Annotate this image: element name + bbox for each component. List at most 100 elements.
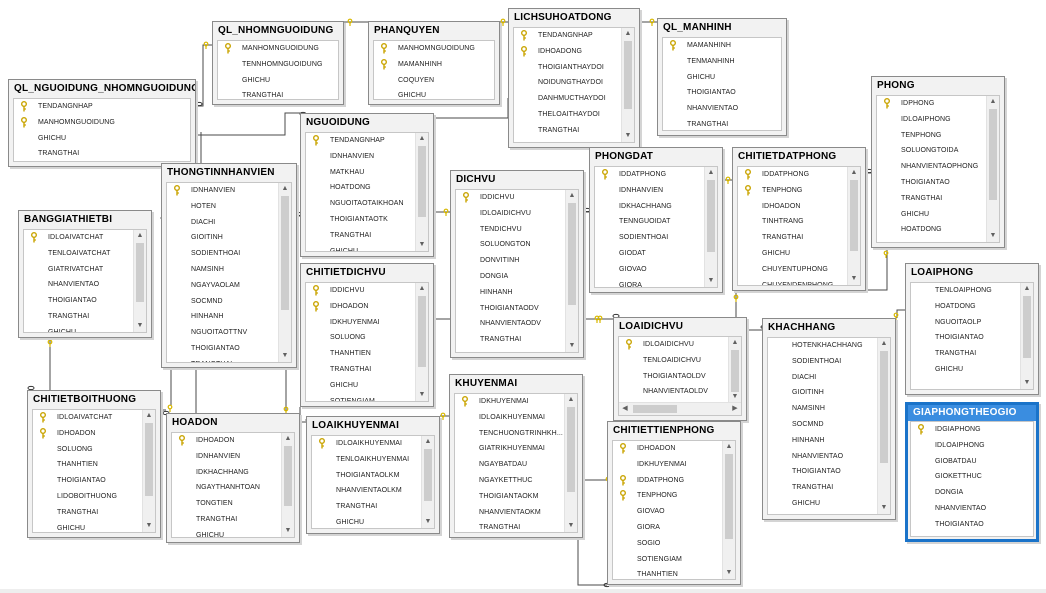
column-row[interactable]: IDLOAIVATCHAT [24, 230, 146, 246]
table-title[interactable]: CHITIETDATPHONG [733, 148, 865, 166]
column-row[interactable]: GIATRIVATCHAT [24, 262, 146, 278]
column-row[interactable]: GIOVAO [595, 262, 717, 278]
column-row[interactable]: GHICHU [172, 528, 294, 537]
scroll-up-icon[interactable]: ▲ [566, 190, 578, 202]
column-row[interactable]: TENDANGNHAP [514, 28, 634, 44]
column-row[interactable]: TENMANHINH [663, 54, 781, 70]
column-row[interactable]: NGUOITAOLP [911, 315, 1033, 331]
column-row[interactable]: SODIENTHOAI [167, 246, 291, 262]
table-title[interactable]: DICHVU [451, 171, 583, 189]
column-row[interactable]: THANHTIEN [33, 457, 155, 473]
column-row[interactable]: THOIGIANTHAYDOI [514, 60, 634, 76]
column-row[interactable]: GIORA [613, 520, 735, 536]
relationship-line[interactable] [896, 309, 905, 318]
column-row[interactable]: IDKHUYENMAI [455, 394, 577, 410]
table-title[interactable]: KHUYENMAI [450, 375, 582, 393]
column-row[interactable]: SOCMND [768, 417, 890, 433]
table-title[interactable]: KHACHHANG [763, 319, 895, 337]
column-row[interactable]: TRANGTHAI [218, 88, 338, 99]
scroll-up-icon[interactable]: ▲ [723, 441, 735, 453]
column-row[interactable]: IDHOADON [172, 433, 294, 449]
column-row[interactable]: LIDOBOITHUONG [33, 489, 155, 505]
table-title[interactable]: LOAIDICHVU [614, 318, 746, 336]
column-row[interactable]: GHICHU [218, 73, 338, 89]
column-row[interactable]: MAMANHINH [374, 57, 494, 73]
vertical-scrollbar[interactable]: ▲ ▼ [278, 183, 291, 362]
column-row[interactable]: DONVITINH [456, 253, 578, 269]
column-row[interactable]: TRANGTHAI [14, 146, 190, 161]
vertical-scrollbar[interactable]: ▲ ▼ [415, 283, 428, 401]
table-title[interactable]: PHONGDAT [590, 148, 722, 166]
vertical-scrollbar[interactable]: ▲ ▼ [722, 441, 735, 579]
column-row[interactable]: SOTIENGIAM [613, 552, 735, 568]
column-row[interactable]: HINHANH [167, 309, 291, 325]
table-ql-manhinh[interactable]: QL_MANHINH MAMANHINH TENMANHINH GHICHU THOIG… [657, 18, 787, 136]
column-row[interactable]: IDKHACHHANG [172, 465, 294, 481]
column-row[interactable]: HINHANH [456, 285, 578, 301]
table-title[interactable]: BANGGIATHIETBI [19, 211, 151, 229]
vertical-scrollbar[interactable]: ▲ ▼ [564, 394, 577, 532]
table-title[interactable]: THONGTINNHANVIEN [162, 164, 296, 182]
vertical-scrollbar[interactable]: ▲ ▼ [986, 96, 999, 242]
column-row[interactable]: IDLOAIPHONG [877, 112, 999, 128]
column-row[interactable]: IDDATPHONG [613, 473, 735, 489]
column-row[interactable]: GHICHU [877, 207, 999, 223]
relationship-line[interactable] [577, 540, 607, 586]
column-row[interactable]: THOIGIANTAO [911, 517, 1033, 533]
scroll-down-icon[interactable]: ▼ [416, 389, 428, 401]
horizontal-scrollbar-track[interactable] [0, 589, 1046, 593]
scroll-up-icon[interactable]: ▲ [878, 338, 890, 350]
column-row[interactable]: IDNHANVIEN [172, 449, 294, 465]
scroll-up-icon[interactable]: ▲ [416, 133, 428, 145]
column-row[interactable]: IDDICHVU [306, 283, 428, 299]
column-row[interactable]: TENLOAIVATCHAT [24, 246, 146, 262]
column-row[interactable]: IDPHONG [877, 96, 999, 112]
vertical-scrollbar[interactable]: ▲ ▼ [621, 28, 634, 142]
column-row[interactable]: SOLUONG [33, 442, 155, 458]
horizontal-scrollbar[interactable]: ◀ ▶ [619, 402, 741, 415]
column-row[interactable]: GHICHU [374, 88, 494, 99]
scroll-down-icon[interactable]: ▼ [566, 340, 578, 352]
column-row[interactable]: GHICHU [456, 348, 578, 353]
column-row[interactable]: THOIGIANTAODV [456, 301, 578, 317]
column-row[interactable]: GIATRIKHUYENMAI [455, 441, 577, 457]
column-row[interactable]: GHICHU [33, 521, 155, 532]
column-row[interactable]: IDHOADON [738, 199, 860, 215]
scroll-down-icon[interactable]: ▼ [848, 273, 860, 285]
column-row[interactable]: NHANVIENTAO [768, 449, 890, 465]
column-row[interactable]: NOIDUNGTHAYDOI [514, 75, 634, 91]
column-row[interactable]: DONGIA [456, 269, 578, 285]
column-row[interactable]: NHANVIENTAO [663, 101, 781, 117]
scroll-down-icon[interactable]: ▼ [705, 275, 717, 287]
table-lichsuhoatdong[interactable]: LICHSUHOATDONG TENDANGNHAP IDHOADONG THOIGI… [508, 8, 640, 148]
relationship-line[interactable] [196, 44, 212, 107]
scroll-down-icon[interactable]: ▼ [134, 320, 146, 332]
scroll-down-icon[interactable]: ▼ [987, 230, 999, 242]
column-row[interactable]: SOLUONG [306, 330, 428, 346]
column-row[interactable]: TENNHOMNGUOIDUNG [218, 57, 338, 73]
vertical-scrollbar[interactable]: ▲ ▼ [565, 190, 578, 352]
column-row[interactable]: IDLOAIDICHVU [619, 337, 741, 353]
column-row[interactable]: MAMANHINH [663, 38, 781, 54]
column-row[interactable]: GHICHU [768, 496, 890, 512]
table-phongdat[interactable]: PHONGDAT IDDATPHONG IDNHANVIEN IDKHACHHANG T… [589, 147, 723, 293]
scroll-thumb[interactable] [136, 243, 144, 303]
column-row[interactable]: TRANGTHAI [738, 230, 860, 246]
column-row[interactable]: SODIENTHOAI [595, 230, 717, 246]
column-row[interactable]: IDNHANVIEN [167, 183, 291, 199]
vertical-scrollbar[interactable]: ▲ ▼ [1020, 283, 1033, 389]
column-row[interactable]: NHANVIENTAO [911, 501, 1033, 517]
scroll-thumb[interactable] [1023, 296, 1031, 358]
column-row[interactable]: THOIGIANTAO [663, 85, 781, 101]
column-row[interactable]: TRANGTHAI [167, 357, 291, 362]
table-loaiphong[interactable]: LOAIPHONG TENLOAIPHONG HOATDONG NGUOITAOLP T… [905, 263, 1039, 395]
column-row[interactable]: GHICHU [14, 131, 190, 147]
column-row[interactable]: THOIGIANTAO [33, 473, 155, 489]
column-row[interactable]: GIORA [595, 278, 717, 287]
column-row[interactable]: THOIGIANTAOKM [455, 489, 577, 505]
column-row[interactable]: TONGTIEN [172, 496, 294, 512]
column-row[interactable]: GHICHU [738, 246, 860, 262]
column-row[interactable]: SOCMND [167, 294, 291, 310]
column-row[interactable]: DANHMUCTHAYDOI [514, 91, 634, 107]
table-thongtinnhanvien[interactable]: THONGTINNHANVIEN IDNHANVIEN HOTEN DIACHI GIO… [161, 163, 297, 368]
